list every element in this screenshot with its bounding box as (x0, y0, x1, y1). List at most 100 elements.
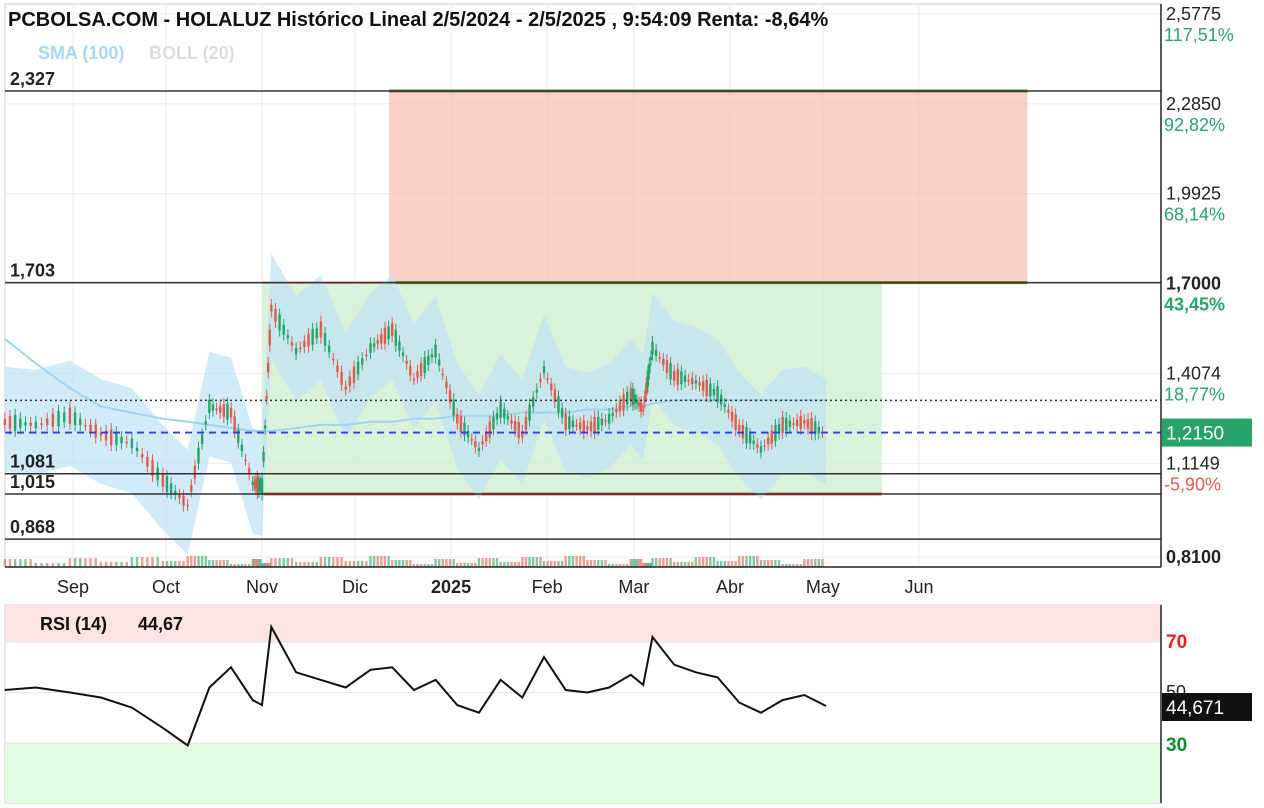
candle-body (68, 407, 72, 424)
volume-bar (380, 556, 383, 567)
volume-bar (197, 556, 200, 567)
candle-body (481, 441, 484, 445)
candle-body (756, 444, 759, 448)
candle-body (282, 324, 285, 335)
volume-bar (383, 556, 387, 567)
volume-bar (777, 560, 781, 567)
candle-body (745, 427, 748, 444)
volume-bar (68, 558, 72, 567)
volume-bar (340, 557, 343, 567)
volume-bar (662, 558, 665, 567)
candle-body (63, 412, 66, 423)
month-label: 2025 (431, 577, 471, 597)
volume-bar (524, 557, 528, 567)
candle-body (267, 362, 270, 373)
candle-body (727, 409, 730, 413)
candle-body (434, 344, 437, 358)
volume-bar (629, 559, 633, 567)
volume-bar (218, 560, 222, 567)
candle-body (401, 352, 405, 356)
candle-body (701, 381, 705, 391)
rsi-title: RSI (14) (40, 614, 107, 634)
candle-body (803, 420, 806, 424)
volume-bar (665, 558, 669, 567)
pct-tick-label: 117,51% (1164, 25, 1234, 45)
candle-body (130, 438, 134, 449)
candle-body (557, 396, 560, 413)
candle-body (631, 388, 635, 405)
candle-body (372, 343, 376, 347)
candle-body (161, 473, 165, 487)
candle-body (641, 409, 645, 412)
candle-body (8, 415, 12, 429)
candle-body (712, 388, 716, 396)
month-label: Mar (618, 577, 649, 597)
candle-body (550, 383, 553, 391)
volume-bar (169, 561, 173, 567)
candle-body (806, 419, 810, 429)
month-label: May (806, 577, 840, 597)
candle-body (672, 370, 676, 381)
candle-body (146, 456, 149, 467)
candle-body (89, 424, 92, 432)
candle-body (215, 408, 218, 411)
candle-body (348, 376, 352, 387)
volume-bar (282, 558, 285, 567)
candle-body (723, 403, 727, 408)
volume-bar (637, 559, 641, 567)
candle-body (286, 335, 290, 339)
volume-bar (286, 558, 290, 567)
candle-body (336, 365, 339, 372)
candle-body (564, 413, 567, 430)
candle-body (604, 420, 607, 422)
candle-body (265, 395, 268, 399)
volume-bar (719, 561, 723, 567)
price-tick-label: 1,1149 (1166, 453, 1220, 473)
candle-body (437, 359, 441, 366)
rsi-oversold-zone (5, 743, 1161, 803)
volume-bar (639, 559, 643, 567)
candle-body (270, 304, 273, 312)
volume-bar (361, 561, 364, 567)
volume-bar (208, 560, 211, 567)
month-label: Sep (57, 577, 89, 597)
price-tick-label: 1,7000 (1166, 274, 1221, 294)
volume-bar (557, 561, 560, 567)
volume-bar (94, 558, 97, 567)
volume-bar (528, 557, 531, 567)
pct-tick-label: 18,77% (1164, 384, 1225, 404)
candle-body (369, 343, 372, 353)
candle-body (311, 328, 314, 345)
candle-body (770, 430, 774, 444)
candle-body (352, 366, 356, 383)
candle-body (575, 424, 578, 427)
candle-body (503, 408, 506, 419)
volume-bar (13, 559, 17, 567)
candle-body (383, 327, 387, 344)
candle-body (546, 378, 549, 380)
candle-body (560, 408, 564, 418)
candle-body (665, 360, 669, 373)
volume-bar (481, 558, 484, 567)
volume-bar (437, 559, 441, 567)
candle-body (208, 400, 211, 413)
candle-body (499, 401, 502, 418)
volume-bar (178, 561, 181, 567)
candle-body (315, 328, 318, 339)
candle-body (218, 406, 222, 413)
candle-body (705, 380, 708, 397)
candle-body (79, 418, 82, 426)
rsi-current-value: 44,67 (138, 614, 183, 634)
volume-bar (803, 559, 806, 567)
candle-body (593, 416, 596, 433)
volume-bar (658, 558, 661, 567)
month-label: Abr (716, 577, 744, 597)
candle-body (578, 422, 582, 430)
candle-body (365, 354, 368, 357)
candle-body (792, 423, 795, 425)
volume-bar (365, 561, 368, 567)
volume-bar (19, 559, 22, 567)
volume-bar (531, 557, 535, 567)
volume-bar (810, 559, 813, 567)
candle-body (611, 413, 614, 417)
